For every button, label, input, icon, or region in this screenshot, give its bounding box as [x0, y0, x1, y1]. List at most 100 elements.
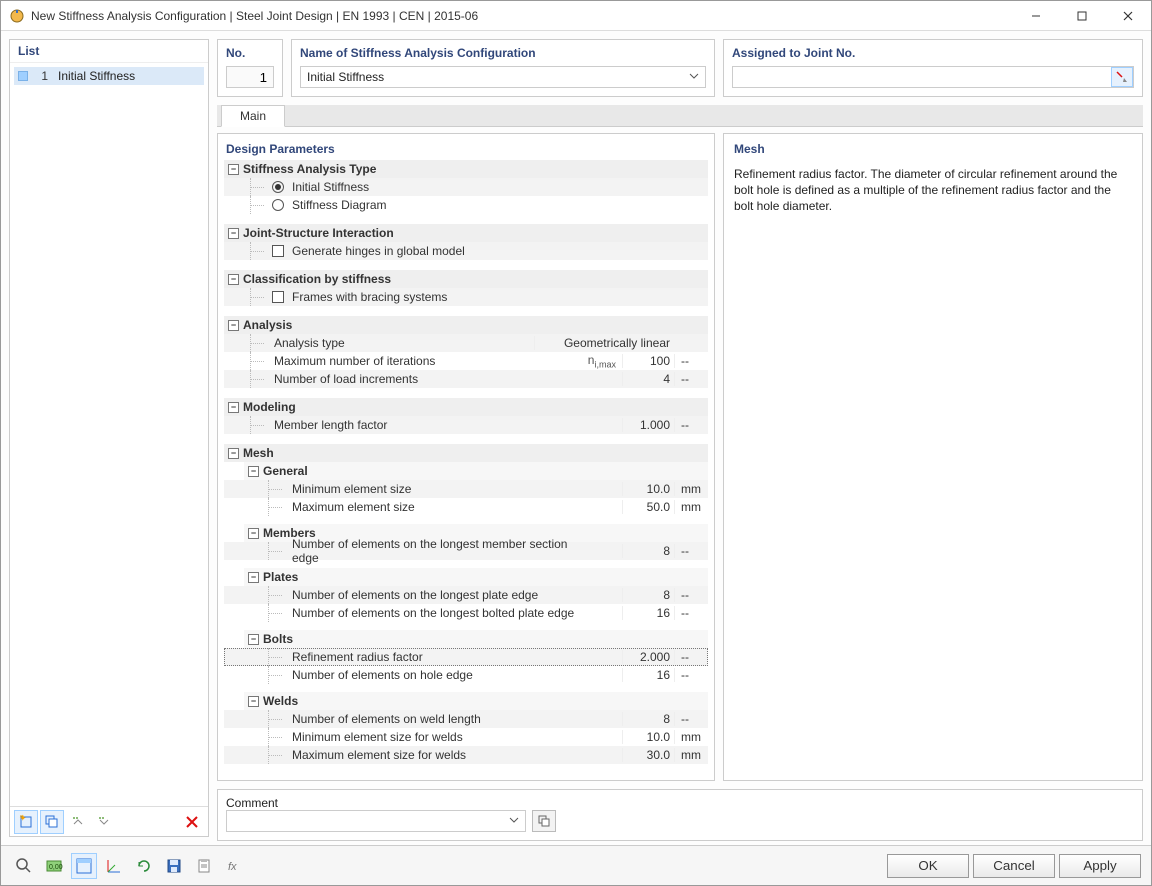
maximize-button[interactable] [1059, 1, 1105, 30]
close-button[interactable] [1105, 1, 1151, 30]
new-config-button[interactable]: ✦ [14, 810, 38, 834]
group-mesh: −Mesh −General Minimum element size10.0m… [224, 444, 708, 764]
symbol-n-imax: ni,max [578, 353, 622, 369]
comment-combo[interactable] [226, 810, 526, 832]
pick-joint-button[interactable] [1111, 67, 1133, 87]
collapse-icon[interactable]: − [228, 274, 239, 285]
config-list[interactable]: 1 Initial Stiffness [10, 63, 208, 806]
row-bolted-plate-edge[interactable]: Number of elements on the longest bolted… [224, 604, 708, 622]
window-title: New Stiffness Analysis Configuration | S… [31, 9, 1013, 23]
header-fields: No. Name of Stiffness Analysis Configura… [217, 39, 1143, 97]
value-members-edge: 8 [622, 544, 674, 558]
main-content: No. Name of Stiffness Analysis Configura… [217, 39, 1143, 837]
ok-button[interactable]: OK [887, 854, 969, 878]
svg-text:fx: fx [228, 861, 237, 873]
option-bracing[interactable]: Frames with bracing systems [224, 288, 708, 306]
row-max-element-size[interactable]: Maximum element size50.0mm [224, 498, 708, 516]
row-max-weld-size[interactable]: Maximum element size for welds30.0mm [224, 746, 708, 764]
config-item-icon [18, 71, 28, 81]
row-plate-edge[interactable]: Number of elements on the longest plate … [224, 586, 708, 604]
save-icon[interactable] [161, 853, 187, 879]
dialog-body: List 1 Initial Stiffness ✦ No. [1, 31, 1151, 845]
value-min-weld-size: 10.0 [622, 730, 674, 744]
group-header-analysis[interactable]: −Analysis [224, 316, 708, 334]
collapse-icon[interactable]: − [228, 448, 239, 459]
sort-desc-button[interactable] [92, 810, 116, 834]
row-weld-length[interactable]: Number of elements on weld length8-- [224, 710, 708, 728]
row-min-element-size[interactable]: Minimum element size10.0mm [224, 480, 708, 498]
subgroup-welds[interactable]: −Welds [244, 692, 708, 710]
option-generate-hinges[interactable]: Generate hinges in global model [224, 242, 708, 260]
collapse-icon[interactable]: − [228, 164, 239, 175]
option-stiffness-diagram[interactable]: Stiffness Diagram [224, 196, 708, 214]
config-list-panel: List 1 Initial Stiffness ✦ [9, 39, 209, 837]
titlebar[interactable]: New Stiffness Analysis Configuration | S… [1, 1, 1151, 31]
search-icon[interactable] [11, 853, 37, 879]
cancel-button[interactable]: Cancel [973, 854, 1055, 878]
comment-panel: Comment [217, 789, 1143, 841]
collapse-icon[interactable]: − [248, 634, 259, 645]
svg-text:✦: ✦ [19, 814, 27, 823]
group-header-jsi[interactable]: −Joint-Structure Interaction [224, 224, 708, 242]
subgroup-bolts[interactable]: −Bolts [244, 630, 708, 648]
units-icon[interactable]: 0,00 [41, 853, 67, 879]
function-icon[interactable]: fx [221, 853, 247, 879]
view-icon[interactable] [71, 853, 97, 879]
name-panel: Name of Stiffness Analysis Configuration… [291, 39, 715, 97]
row-max-iterations[interactable]: Maximum number of iterationsni,max100-- [224, 352, 708, 370]
name-value: Initial Stiffness [307, 70, 384, 84]
row-load-increments[interactable]: Number of load increments4-- [224, 370, 708, 388]
row-members-edge[interactable]: Number of elements on the longest member… [224, 542, 708, 560]
description-title: Mesh [734, 142, 1132, 156]
sort-asc-button[interactable] [66, 810, 90, 834]
delete-config-button[interactable] [180, 810, 204, 834]
clipboard-icon[interactable] [191, 853, 217, 879]
row-analysis-type[interactable]: Analysis typeGeometrically linear [224, 334, 708, 352]
name-combo[interactable]: Initial Stiffness [300, 66, 706, 88]
checkbox-icon [272, 245, 284, 257]
number-panel: No. [217, 39, 283, 97]
option-initial-stiffness[interactable]: Initial Stiffness [224, 178, 708, 196]
collapse-icon[interactable]: − [228, 228, 239, 239]
row-refinement-radius[interactable]: Refinement radius factor2.000-- [224, 648, 708, 666]
parameters-panel: Design Parameters −Stiffness Analysis Ty… [217, 133, 715, 781]
number-input[interactable] [226, 66, 274, 88]
comment-copy-button[interactable] [532, 810, 556, 832]
group-header-stiffness-type[interactable]: −Stiffness Analysis Type [224, 160, 708, 178]
group-header-mesh[interactable]: −Mesh [224, 444, 708, 462]
radio-icon [272, 181, 284, 193]
tab-main[interactable]: Main [221, 105, 285, 127]
collapse-icon[interactable]: − [248, 572, 259, 583]
parameters-grid: −Stiffness Analysis Type Initial Stiffne… [224, 160, 708, 774]
subgroup-general[interactable]: −General [244, 462, 708, 480]
value-hole-edge: 16 [622, 668, 674, 682]
group-stiffness-type: −Stiffness Analysis Type Initial Stiffne… [224, 160, 708, 214]
assigned-label: Assigned to Joint No. [732, 46, 1134, 60]
row-member-length-factor[interactable]: Member length factor1.000-- [224, 416, 708, 434]
minimize-button[interactable] [1013, 1, 1059, 30]
collapse-icon[interactable]: − [248, 466, 259, 477]
group-header-classification[interactable]: −Classification by stiffness [224, 270, 708, 288]
copy-config-button[interactable] [40, 810, 64, 834]
value-max-element: 50.0 [622, 500, 674, 514]
collapse-icon[interactable]: − [248, 528, 259, 539]
subgroup-plates[interactable]: −Plates [244, 568, 708, 586]
apply-button[interactable]: Apply [1059, 854, 1141, 878]
axes-icon[interactable] [101, 853, 127, 879]
value-analysis-type: Geometrically linear [534, 336, 674, 350]
config-list-item[interactable]: 1 Initial Stiffness [14, 67, 204, 85]
row-min-weld-size[interactable]: Minimum element size for welds10.0mm [224, 728, 708, 746]
collapse-icon[interactable]: − [228, 402, 239, 413]
group-header-modeling[interactable]: −Modeling [224, 398, 708, 416]
collapse-icon[interactable]: − [228, 320, 239, 331]
refresh-icon[interactable] [131, 853, 157, 879]
description-panel: Mesh Refinement radius factor. The diame… [723, 133, 1143, 781]
config-item-index: 1 [34, 69, 52, 83]
value-refinement-radius: 2.000 [622, 650, 674, 664]
radio-icon [272, 199, 284, 211]
collapse-icon[interactable]: − [248, 696, 259, 707]
description-text: Refinement radius factor. The diameter o… [734, 166, 1132, 215]
assigned-input[interactable] [732, 66, 1134, 88]
row-hole-edge[interactable]: Number of elements on hole edge16-- [224, 666, 708, 684]
value-plate-edge: 8 [622, 588, 674, 602]
